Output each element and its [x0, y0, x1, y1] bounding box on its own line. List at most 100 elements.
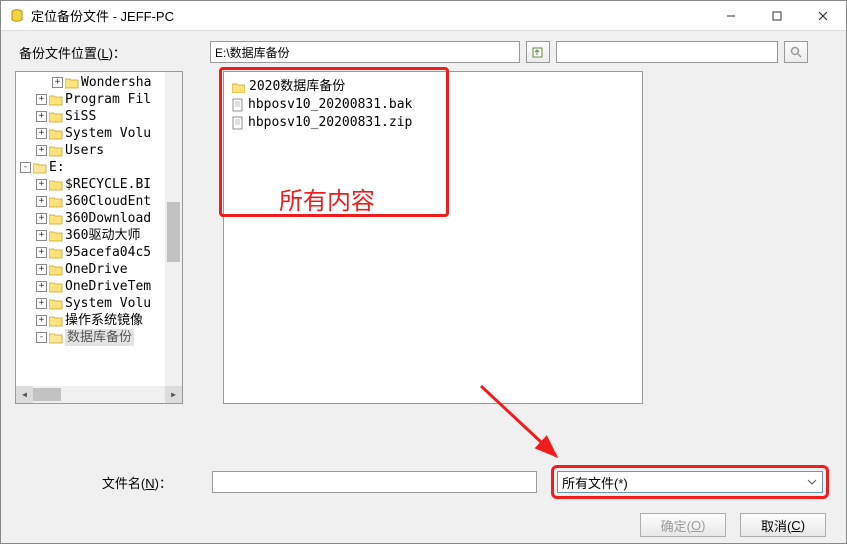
maximize-button[interactable]	[754, 1, 800, 30]
ok-button[interactable]: 确定(O)	[640, 513, 726, 537]
close-button[interactable]	[800, 1, 846, 30]
tree-item[interactable]: +$RECYCLE.BI	[16, 176, 182, 193]
tree-item-label: E:	[49, 159, 65, 176]
content-area: 备份文件位置(L)： +Wondersha+Program Fil+SiSS+S…	[1, 31, 846, 543]
expand-toggle[interactable]: +	[36, 264, 47, 275]
tree-item-label: 95acefa04c5	[65, 244, 151, 261]
file-item[interactable]: 2020数据库备份	[232, 78, 634, 96]
expand-toggle[interactable]: +	[52, 77, 63, 88]
app-icon	[9, 8, 25, 24]
expand-toggle[interactable]: +	[36, 230, 47, 241]
expand-toggle[interactable]: -	[20, 162, 31, 173]
folder-icon	[49, 247, 63, 259]
expand-toggle[interactable]: +	[36, 281, 47, 292]
tree-item[interactable]: + Wondersha	[16, 74, 182, 91]
file-item[interactable]: hbposv10_20200831.bak	[232, 96, 634, 114]
expand-toggle[interactable]: +	[36, 247, 47, 258]
folder-icon	[49, 332, 63, 344]
expand-toggle[interactable]: +	[36, 196, 47, 207]
tree-item[interactable]: + Users	[16, 142, 182, 159]
scroll-right-button[interactable]: ▶	[165, 386, 182, 403]
tree-item-label: 数据库备份	[65, 329, 134, 346]
tree-item[interactable]: + Program Fil	[16, 91, 182, 108]
folder-icon	[49, 94, 63, 106]
annotation-filter-highlight: 所有文件(*)	[551, 465, 829, 499]
tree-item-label: Program Fil	[65, 91, 151, 108]
tree-item[interactable]: +360驱动大师	[16, 227, 182, 244]
search-button[interactable]	[784, 41, 808, 63]
expand-toggle[interactable]: +	[36, 179, 47, 190]
tree-item[interactable]: + OneDriveTem	[16, 278, 182, 295]
location-row: 备份文件位置(L)：	[15, 41, 832, 63]
expand-toggle[interactable]: +	[36, 111, 47, 122]
path-input[interactable]	[210, 41, 520, 63]
dialog-window: 定位备份文件 - JEFF-PC 备份文件位置(L)： +Wondersha+P…	[0, 0, 847, 544]
filename-input[interactable]	[212, 471, 537, 493]
folder-icon	[232, 82, 245, 93]
tree-item-label: 360Download	[65, 210, 151, 227]
search-icon	[790, 46, 802, 58]
tree-vertical-scrollbar[interactable]	[165, 72, 182, 386]
action-buttons: 确定(O) 取消(C)	[17, 513, 830, 537]
file-type-selected: 所有文件(*)	[562, 473, 628, 492]
tree-item-label: 操作系统镜像	[65, 312, 143, 329]
folder-icon	[65, 77, 79, 89]
expand-toggle[interactable]: +	[36, 128, 47, 139]
filter-name-input[interactable]	[556, 41, 778, 63]
tree-item[interactable]: +System Volu	[16, 295, 182, 312]
tree-horizontal-scrollbar[interactable]: ◀▶	[16, 386, 182, 403]
expand-toggle[interactable]: +	[36, 94, 47, 105]
cancel-button[interactable]: 取消(C)	[740, 513, 826, 537]
folder-icon	[49, 179, 63, 191]
tree-item[interactable]: - E:	[16, 159, 182, 176]
file-icon	[232, 98, 244, 112]
minimize-button[interactable]	[708, 1, 754, 30]
tree-item-label: OneDrive	[65, 261, 128, 278]
scrollbar-thumb[interactable]	[33, 388, 61, 401]
filename-row: 文件名(N)： 所有文件(*)	[17, 465, 830, 499]
tree-item[interactable]: +SiSS	[16, 108, 182, 125]
tree-item[interactable]: + OneDrive	[16, 261, 182, 278]
refresh-icon	[531, 45, 545, 59]
titlebar: 定位备份文件 - JEFF-PC	[1, 1, 846, 31]
scrollbar-thumb[interactable]	[167, 202, 180, 262]
scroll-left-button[interactable]: ◀	[16, 386, 33, 403]
file-icon	[232, 116, 244, 130]
file-item[interactable]: hbposv10_20200831.zip	[232, 114, 634, 132]
tree-item-label: OneDriveTem	[65, 278, 151, 295]
tree-item-label: Wondersha	[81, 74, 151, 91]
file-name: 2020数据库备份	[249, 78, 345, 96]
location-label: 备份文件位置(L)：	[15, 43, 210, 62]
annotation-text: 所有内容	[279, 192, 375, 210]
expand-toggle[interactable]: +	[36, 213, 47, 224]
file-list[interactable]: 2020数据库备份hbposv10_20200831.bakhbposv10_2…	[223, 71, 643, 404]
folder-icon	[49, 315, 63, 327]
tree-item[interactable]: - 数据库备份	[16, 329, 182, 346]
tree-item[interactable]: +360CloudEnt	[16, 193, 182, 210]
expand-toggle[interactable]: +	[36, 145, 47, 156]
chevron-down-icon	[804, 474, 820, 490]
folder-icon	[49, 145, 63, 157]
tree-item[interactable]: +95acefa04c5	[16, 244, 182, 261]
folder-icon	[49, 196, 63, 208]
folder-icon	[49, 128, 63, 140]
refresh-button[interactable]	[526, 41, 550, 63]
file-type-dropdown[interactable]: 所有文件(*)	[557, 471, 823, 493]
folder-icon	[49, 281, 63, 293]
tree-item[interactable]: +360Download	[16, 210, 182, 227]
folder-icon	[49, 264, 63, 276]
expand-toggle[interactable]: -	[36, 332, 47, 343]
tree-item-label: 360驱动大师	[65, 227, 140, 244]
bottom-area: 文件名(N)： 所有文件(*) 确定(O) 取消(C)	[15, 404, 832, 537]
tree-item[interactable]: + System Volu	[16, 125, 182, 142]
expand-toggle[interactable]: +	[36, 315, 47, 326]
expand-toggle[interactable]: +	[36, 298, 47, 309]
folder-icon	[49, 213, 63, 225]
folder-tree[interactable]: +Wondersha+Program Fil+SiSS+System Volu+…	[15, 71, 183, 404]
mid-panels: +Wondersha+Program Fil+SiSS+System Volu+…	[15, 71, 832, 404]
tree-item-label: Users	[65, 142, 104, 159]
tree-item[interactable]: + 操作系统镜像	[16, 312, 182, 329]
tree-item-label: System Volu	[65, 125, 151, 142]
tree-panel: +Wondersha+Program Fil+SiSS+System Volu+…	[15, 71, 183, 404]
folder-icon	[49, 298, 63, 310]
